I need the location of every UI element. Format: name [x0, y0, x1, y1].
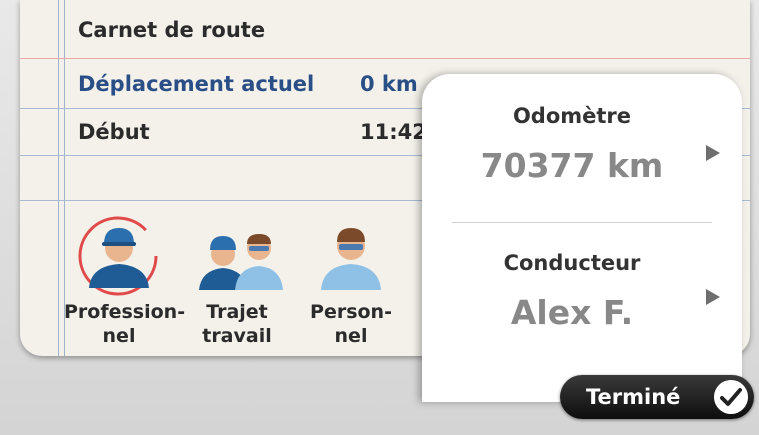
- driver-professional-button[interactable]: Profession- nel: [64, 208, 186, 356]
- commute-trip-icon: [199, 234, 283, 290]
- driver-commute-label: Trajet travail: [202, 301, 272, 347]
- trip-info-panel: Odomètre 70377 km Conducteur Alex F.: [422, 74, 742, 402]
- current-trip-value: 0 km: [360, 72, 418, 96]
- done-button[interactable]: Terminé: [560, 375, 754, 419]
- driver-label: Conducteur: [503, 251, 641, 275]
- current-trip-label: Déplacement actuel: [78, 72, 315, 96]
- margin-line: [58, 0, 59, 356]
- driver-row[interactable]: Conducteur Alex F.: [422, 223, 742, 373]
- driver-commute-button[interactable]: Trajet travail: [182, 208, 292, 356]
- odometer-label: Odomètre: [512, 104, 632, 128]
- driver-personal-label: Person- nel: [310, 301, 392, 347]
- odometer-row[interactable]: Odomètre 70377 km: [422, 74, 742, 222]
- start-value: 11:42: [360, 120, 427, 144]
- done-button-label: Terminé: [586, 385, 681, 409]
- chevron-right-icon: [706, 289, 720, 305]
- ruled-line: [20, 58, 750, 59]
- chevron-right-icon: [706, 145, 720, 161]
- checkmark-icon: [714, 380, 748, 414]
- professional-driver-icon: [78, 216, 158, 296]
- driver-value: Alex F.: [510, 293, 634, 332]
- logbook-title: Carnet de route: [78, 18, 266, 42]
- driver-professional-label: Profession- nel: [64, 301, 186, 347]
- start-label: Début: [78, 120, 150, 144]
- personal-driver-icon: [321, 228, 381, 290]
- driver-personal-button[interactable]: Person- nel: [296, 208, 406, 356]
- odometer-value: 70377 km: [480, 146, 664, 185]
